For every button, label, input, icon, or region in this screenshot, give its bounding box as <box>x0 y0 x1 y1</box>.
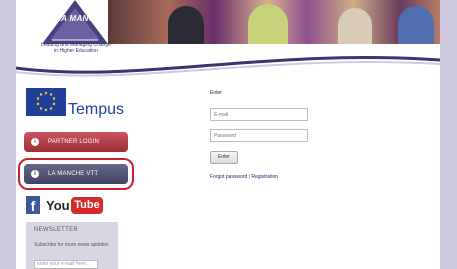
logo-title: LA MANCHE <box>56 14 107 23</box>
newsletter-text: Subscribe for more news updates <box>34 242 109 248</box>
login-heading: Enter <box>210 90 222 96</box>
email-field[interactable] <box>210 108 308 121</box>
page: LA MANCHE Leading and Managing Change in… <box>16 0 440 269</box>
header-swoosh <box>16 55 440 80</box>
enter-button[interactable]: Enter <box>210 151 238 164</box>
youtube-icon[interactable]: Tube <box>71 197 103 214</box>
newsletter-title: NEWSLETTER <box>34 227 79 233</box>
eu-flag-icon <box>26 88 66 116</box>
social-links: f You Tube <box>26 196 106 216</box>
tempus-logo[interactable]: Tempus <box>26 88 126 118</box>
tempus-label: Tempus <box>68 101 125 118</box>
partner-login-label: PARTNER LOGIN <box>48 139 100 145</box>
partner-login-button[interactable]: i PARTNER LOGIN <box>24 132 128 152</box>
registration-link[interactable]: Registration <box>251 174 278 180</box>
header: LA MANCHE Leading and Managing Change in… <box>16 0 440 80</box>
login-links: Forgot password | Registration <box>210 174 278 180</box>
highlight-outline <box>18 158 134 190</box>
newsletter-email-input[interactable]: enter your e-mail here... <box>34 260 98 269</box>
newsletter-box: NEWSLETTER Subscribe for more news updat… <box>26 222 118 269</box>
forgot-password-link[interactable]: Forgot password <box>210 174 247 180</box>
facebook-icon[interactable]: f <box>26 196 40 214</box>
info-icon: i <box>31 138 39 146</box>
password-field[interactable] <box>210 129 308 142</box>
youtube-you-text[interactable]: You <box>46 198 70 213</box>
